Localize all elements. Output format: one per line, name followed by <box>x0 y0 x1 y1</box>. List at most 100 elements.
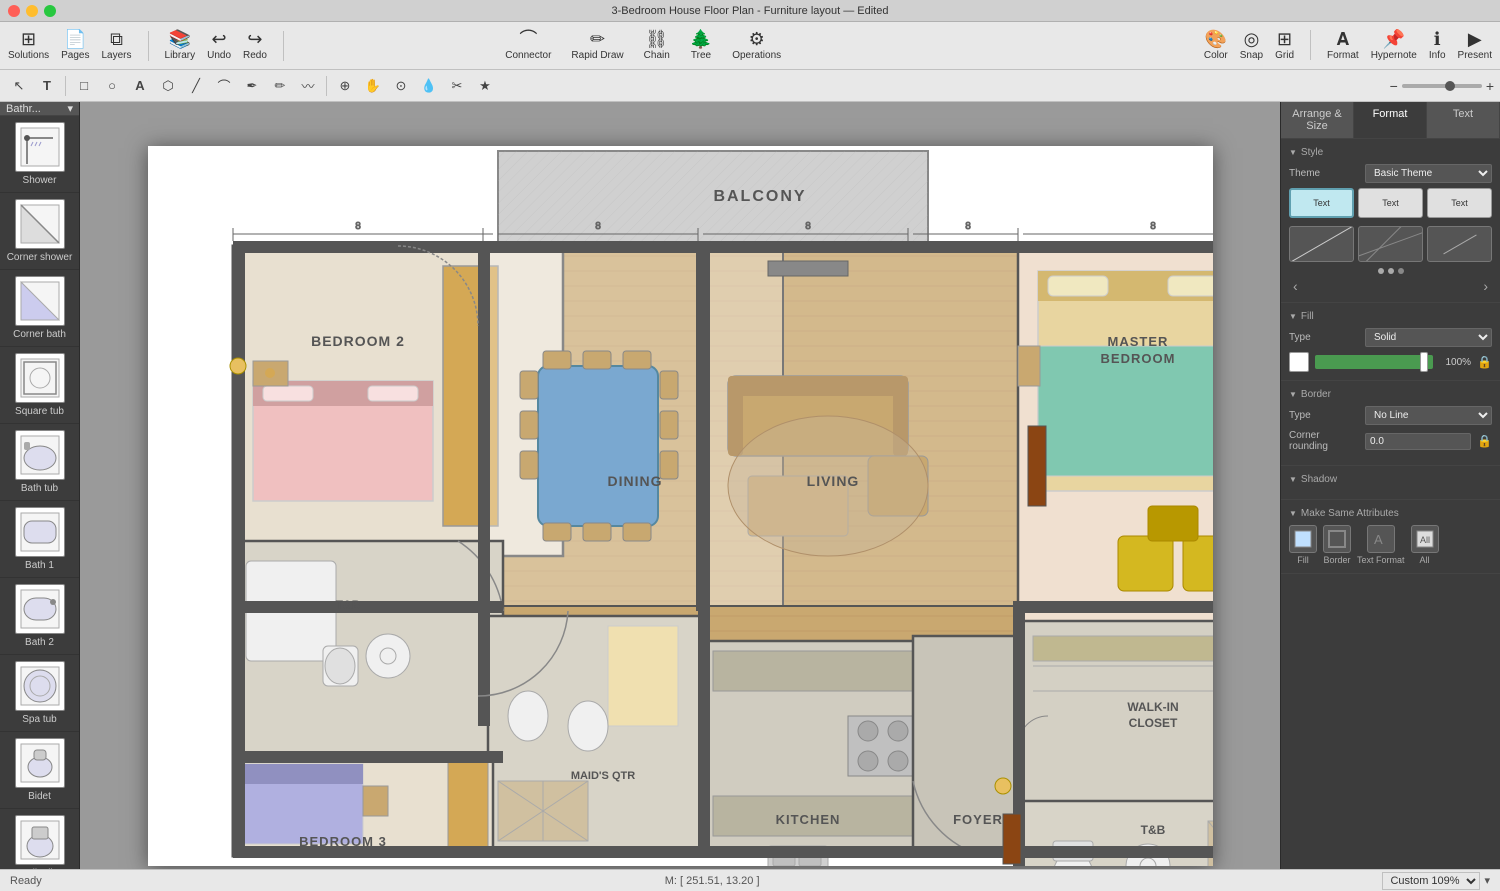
style-btn-text1[interactable]: Text <box>1289 188 1354 218</box>
make-same-fill-icon[interactable] <box>1289 525 1317 553</box>
zoom-minus[interactable]: − <box>1390 78 1398 94</box>
canvas-area[interactable]: 8 8 8 8 8 <box>80 102 1280 869</box>
make-same-border-icon[interactable] <box>1323 525 1351 553</box>
fill-gradient[interactable] <box>1315 355 1433 369</box>
rect-tool[interactable]: □ <box>71 74 97 98</box>
sidebar-item-square-tub[interactable]: Square tub <box>0 347 79 424</box>
corner-lock-icon: 🔒 <box>1477 434 1492 448</box>
zoom-slider[interactable] <box>1402 84 1482 88</box>
topbar-chain[interactable]: ⛓ Chain <box>644 30 670 61</box>
sidebar-dropdown-icon[interactable]: ▾ <box>67 102 73 115</box>
zoom-mode-tool[interactable]: ⊙ <box>388 74 414 98</box>
sidebar-item-spa-tub[interactable]: Spa tub <box>0 655 79 732</box>
pen-tool[interactable]: ✒ <box>239 74 265 98</box>
topbar-grid[interactable]: ⊞ Grid <box>1275 30 1294 61</box>
topbar-format[interactable]: 𝐀 Format <box>1327 30 1359 61</box>
magic-tool[interactable]: ★ <box>472 74 498 98</box>
topbar-undo[interactable]: ↩ Undo <box>207 30 231 61</box>
sidebar-item-bath1[interactable]: Bath 1 <box>0 501 79 578</box>
topbar-operations[interactable]: ⚙ Operations <box>732 30 781 61</box>
color-label: Color <box>1204 50 1228 61</box>
topbar-rapid-draw[interactable]: ✏ Rapid Draw <box>571 30 623 61</box>
freehand-tool[interactable]: 〰 <box>295 74 321 98</box>
sidebar-item-bath2[interactable]: Bath 2 <box>0 578 79 655</box>
topbar-snap[interactable]: ◎ Snap <box>1240 30 1263 61</box>
topbar-color[interactable]: 🎨 Color <box>1204 30 1228 61</box>
close-button[interactable] <box>8 5 20 17</box>
topbar-redo[interactable]: ↪ Redo <box>243 30 267 61</box>
eyedrop-tool[interactable]: 💧 <box>416 74 442 98</box>
maximize-button[interactable] <box>44 5 56 17</box>
topbar-present[interactable]: ▶ Present <box>1458 30 1492 61</box>
make-same-all-icon[interactable]: All <box>1411 525 1439 553</box>
style-btn-text3[interactable]: Text <box>1427 188 1492 218</box>
svg-text:MAID'S QTR: MAID'S QTR <box>570 770 634 782</box>
topbar-layers[interactable]: ⧉ Layers <box>102 30 132 61</box>
text-tool[interactable]: T <box>34 74 60 98</box>
fill-color-swatch[interactable] <box>1289 352 1309 372</box>
style-prev[interactable]: ‹ <box>1293 278 1298 294</box>
zoom-select-area: Custom 109% 100% 150% 75% ▾ <box>1382 872 1490 890</box>
dot-2[interactable] <box>1388 268 1394 274</box>
connector-label: Connector <box>505 50 551 61</box>
make-same-buttons: Fill Border A Text Format All <box>1289 525 1492 565</box>
scissors-tool[interactable]: ✂ <box>444 74 470 98</box>
sidebar-item-bath-tub[interactable]: Bath tub <box>0 424 79 501</box>
pencil-tool[interactable]: ✏ <box>267 74 293 98</box>
style-section-title: Style <box>1289 147 1492 158</box>
sidebar-item-bidet[interactable]: Bidet <box>0 732 79 809</box>
tree-label: Tree <box>691 50 711 61</box>
topbar: ⊞ Solutions 📄 Pages ⧉ Layers 📚 Library ↩… <box>0 22 1500 70</box>
topbar-solutions[interactable]: ⊞ Solutions <box>8 30 49 61</box>
sidebar-item-wall-toilet[interactable]: Wall toilet <box>0 809 79 869</box>
select-tool[interactable]: ↖ <box>6 74 32 98</box>
ellipse-tool[interactable]: ○ <box>99 74 125 98</box>
zoom-select[interactable]: Custom 109% 100% 150% 75% <box>1382 872 1480 890</box>
corner-rounding-input[interactable] <box>1365 433 1471 450</box>
border-type-label: Type <box>1289 410 1359 421</box>
line-tool[interactable]: ╱ <box>183 74 209 98</box>
topbar-pages[interactable]: 📄 Pages <box>61 30 89 61</box>
topbar-info[interactable]: ℹ Info <box>1429 30 1446 61</box>
zoom-plus[interactable]: + <box>1486 78 1494 94</box>
text-tool2[interactable]: A <box>127 74 153 98</box>
undo-label: Undo <box>207 50 231 61</box>
spa-tub-label: Spa tub <box>22 714 56 725</box>
floor-plan[interactable]: 8 8 8 8 8 <box>148 146 1213 866</box>
sidebar-item-corner-shower[interactable]: Corner shower <box>0 193 79 270</box>
tab-arrange-size[interactable]: Arrange & Size <box>1281 102 1354 138</box>
style-diag3[interactable] <box>1427 226 1492 262</box>
present-label: Present <box>1458 50 1492 61</box>
make-same-all-label: All <box>1420 555 1430 565</box>
style-next[interactable]: › <box>1483 278 1488 294</box>
zoom-dropdown-icon[interactable]: ▾ <box>1484 874 1490 887</box>
style-diag2[interactable] <box>1358 226 1423 262</box>
topbar-hypernote[interactable]: 📌 Hypernote <box>1371 30 1417 61</box>
zoom-thumb <box>1445 81 1455 91</box>
arc-tool[interactable]: ⌒ <box>211 74 237 98</box>
pan-tool[interactable]: ✋ <box>360 74 386 98</box>
topbar-connector[interactable]: ⌒ Connector <box>505 30 551 61</box>
fill-type-select[interactable]: Solid <box>1365 328 1492 347</box>
snap-icon: ◎ <box>1244 30 1260 48</box>
sidebar-header[interactable]: Bathr... ▾ <box>0 102 79 116</box>
polygon-tool[interactable]: ⬡ <box>155 74 181 98</box>
bath-tub-icon <box>15 430 65 480</box>
theme-select[interactable]: Basic Theme <box>1365 164 1492 183</box>
sidebar-item-shower[interactable]: Shower <box>0 116 79 193</box>
topbar-tree[interactable]: 🌲 Tree <box>690 30 712 61</box>
dot-3[interactable] <box>1398 268 1404 274</box>
zoom-in-tool[interactable]: ⊕ <box>332 74 358 98</box>
minimize-button[interactable] <box>26 5 38 17</box>
sidebar-item-corner-bath[interactable]: Corner bath <box>0 270 79 347</box>
redo-icon: ↪ <box>247 30 262 48</box>
style-btn-text2[interactable]: Text <box>1358 188 1423 218</box>
dot-1[interactable] <box>1378 268 1384 274</box>
grid-icon: ⊞ <box>1277 30 1292 48</box>
tab-text[interactable]: Text <box>1427 102 1500 138</box>
topbar-library[interactable]: 📚 Library <box>165 30 196 61</box>
style-diag1[interactable] <box>1289 226 1354 262</box>
tab-format[interactable]: Format <box>1354 102 1427 138</box>
border-type-select[interactable]: No Line <box>1365 406 1492 425</box>
make-same-text-icon[interactable]: A <box>1367 525 1395 553</box>
